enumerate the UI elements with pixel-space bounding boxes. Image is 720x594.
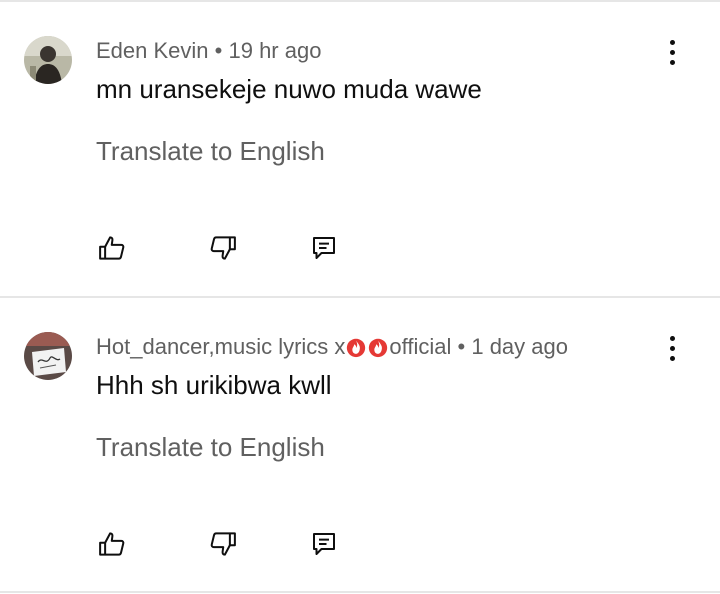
fire-emoji-icon: [369, 338, 388, 358]
dislike-button[interactable]: [205, 230, 241, 266]
thumbs-up-icon: [99, 236, 125, 260]
user-photo-avatar: [24, 36, 72, 84]
more-vertical-icon[interactable]: [656, 332, 688, 364]
more-vertical-icon[interactable]: [656, 36, 688, 68]
meta-separator: •: [214, 38, 223, 63]
thumbs-up-icon: [99, 532, 125, 556]
comment-item: Hot_dancer,music lyrics x official • 1 da…: [0, 296, 720, 592]
bottom-divider: [0, 591, 720, 593]
thumbs-down-icon: [210, 532, 236, 556]
comment-meta: Eden Kevin • 19 hr ago: [96, 36, 321, 66]
meta-separator: •: [457, 334, 466, 359]
reply-icon: [313, 237, 335, 259]
author-name-suffix: official: [389, 334, 452, 359]
author-name[interactable]: Hot_dancer,music lyrics x official: [96, 334, 451, 359]
comment-meta: Hot_dancer,music lyrics x official • 1 da…: [96, 332, 568, 362]
reply-button[interactable]: [306, 526, 342, 562]
like-button[interactable]: [94, 526, 130, 562]
comment-item: Eden Kevin • 19 hr ago mn uransekeje nuw…: [0, 0, 720, 296]
comment-time: 19 hr ago: [228, 38, 322, 63]
reply-button[interactable]: [306, 230, 342, 266]
translate-button[interactable]: Translate to English: [96, 134, 325, 168]
like-button[interactable]: [94, 230, 130, 266]
author-name[interactable]: Eden Kevin: [96, 38, 209, 63]
comment-time: 1 day ago: [471, 334, 568, 359]
thumbs-down-icon: [210, 236, 236, 260]
translate-button[interactable]: Translate to English: [96, 430, 325, 464]
dislike-button[interactable]: [205, 526, 241, 562]
comment-text: Hhh sh urikibwa kwll: [96, 370, 332, 400]
author-avatar[interactable]: [24, 332, 72, 380]
fire-emoji-icon: [347, 338, 366, 358]
author-name-prefix: Hot_dancer,music lyrics x: [96, 334, 346, 359]
logo-avatar: [24, 332, 72, 380]
author-avatar[interactable]: [24, 36, 72, 84]
comment-text: mn uransekeje nuwo muda wawe: [96, 74, 482, 104]
reply-icon: [313, 533, 335, 555]
